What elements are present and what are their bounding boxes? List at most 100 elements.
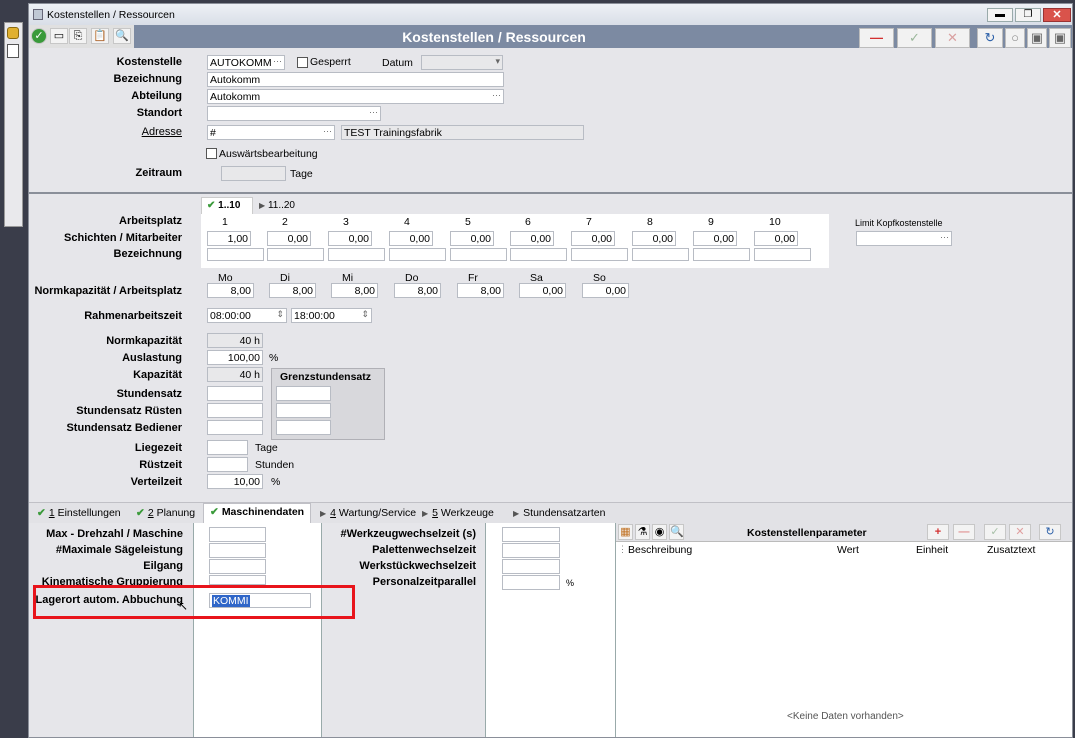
- kinematische-input[interactable]: [209, 575, 266, 585]
- stundensatz-ruesten-input[interactable]: [207, 403, 263, 418]
- col-wert[interactable]: Wert: [837, 544, 859, 556]
- shift-bezeichnung-input[interactable]: [632, 248, 689, 261]
- maximize-button[interactable]: ❐: [1015, 8, 1041, 22]
- document-search-icon[interactable]: [7, 44, 19, 58]
- confirm-row-button[interactable]: ✓: [984, 524, 1006, 540]
- spinner-icon[interactable]: ⇕: [276, 309, 284, 320]
- filter-icon[interactable]: ⚗: [635, 524, 650, 540]
- gesperrt-checkbox[interactable]: [297, 57, 308, 68]
- shift-bezeichnung-input[interactable]: [389, 248, 446, 261]
- schichten-input[interactable]: 0,00: [754, 231, 798, 246]
- weekday-input[interactable]: 8,00: [394, 283, 441, 298]
- standort-input[interactable]: ···: [207, 106, 381, 121]
- database-icon[interactable]: [7, 27, 19, 39]
- column-drag-icon[interactable]: ⋮: [618, 544, 627, 555]
- window-icon[interactable]: ▭: [50, 28, 68, 44]
- schichten-input[interactable]: 0,00: [450, 231, 494, 246]
- tab-werkzeuge[interactable]: ▶ 5 Werkzeuge: [422, 505, 494, 522]
- personal-input[interactable]: [502, 575, 560, 590]
- eye-icon[interactable]: ◉: [652, 524, 667, 540]
- adresse-link[interactable]: Adresse: [69, 126, 182, 138]
- schichten-input[interactable]: 0,00: [510, 231, 554, 246]
- copy-icon[interactable]: ⎘: [69, 28, 87, 44]
- rahmen-start-input[interactable]: 08:00:00 ⇕: [207, 308, 287, 323]
- refresh-params-button[interactable]: ↻: [1039, 524, 1061, 540]
- save-button[interactable]: ✓: [897, 28, 932, 48]
- shift-bezeichnung-input[interactable]: [693, 248, 750, 261]
- tab-einstellungen[interactable]: ✔ 1 Einstellungen: [37, 505, 121, 522]
- tab-maschinendaten[interactable]: ✔ Maschinendaten: [203, 503, 312, 523]
- grenz-ruesten-input[interactable]: [276, 403, 331, 418]
- verteilzeit-input[interactable]: 10,00: [207, 474, 263, 489]
- schichten-input[interactable]: 0,00: [693, 231, 737, 246]
- circle-icon[interactable]: ○: [1005, 28, 1025, 48]
- remove-button[interactable]: —: [859, 28, 894, 48]
- cube-icon[interactable]: ▣: [1027, 28, 1047, 48]
- schichten-input[interactable]: 1,00: [207, 231, 251, 246]
- shift-bezeichnung-input[interactable]: [510, 248, 567, 261]
- col-einheit[interactable]: Einheit: [916, 544, 948, 556]
- kostenstelle-input[interactable]: AUTOKOMM ···: [207, 55, 285, 70]
- cancel-row-button[interactable]: ✕: [1009, 524, 1031, 540]
- abteilung-input[interactable]: Autokomm ···: [207, 89, 504, 104]
- refresh-button[interactable]: ↻: [977, 28, 1003, 48]
- weekday-input[interactable]: 0,00: [582, 283, 629, 298]
- tab-planung[interactable]: ✔ 2 Planung: [136, 505, 195, 522]
- paste-icon[interactable]: 📋: [91, 28, 109, 44]
- werkstueck-input[interactable]: [502, 559, 560, 574]
- shift-bezeichnung-input[interactable]: [754, 248, 811, 261]
- paletten-input[interactable]: [502, 543, 560, 558]
- add-button[interactable]: +: [927, 524, 949, 540]
- schichten-input[interactable]: 0,00: [328, 231, 372, 246]
- shift-bezeichnung-input[interactable]: [328, 248, 385, 261]
- ellipsis-icon[interactable]: ···: [369, 107, 378, 117]
- confirm-icon[interactable]: ✓: [31, 28, 47, 44]
- weekday-input[interactable]: 8,00: [269, 283, 316, 298]
- weekday-input[interactable]: 8,00: [207, 283, 254, 298]
- ellipsis-icon[interactable]: ···: [492, 90, 501, 100]
- rahmen-end-input[interactable]: 18:00:00 ⇕: [291, 308, 372, 323]
- schichten-input[interactable]: 0,00: [571, 231, 615, 246]
- bezeichnung-input[interactable]: Autokomm: [207, 72, 504, 87]
- spinner-icon[interactable]: ⇕: [361, 309, 369, 320]
- dropdown-arrow-icon[interactable]: ▾: [495, 56, 500, 67]
- tab-wartung[interactable]: ▶ 4 Wartung/Service: [320, 505, 416, 522]
- max-saege-input[interactable]: [209, 543, 266, 558]
- tab-stundensatzarten[interactable]: ▶ Stundensatzarten: [513, 505, 605, 522]
- close-button[interactable]: ✕: [1043, 8, 1071, 22]
- weekday-input[interactable]: 8,00: [331, 283, 378, 298]
- shift-bezeichnung-input[interactable]: [450, 248, 507, 261]
- ellipsis-icon[interactable]: ···: [940, 232, 949, 242]
- auswaerts-checkbox[interactable]: [206, 148, 217, 159]
- tab-11-20[interactable]: ▶ 11..20: [259, 198, 309, 214]
- weekday-input[interactable]: 8,00: [457, 283, 504, 298]
- shift-bezeichnung-input[interactable]: [571, 248, 628, 261]
- search-icon[interactable]: 🔍: [669, 524, 684, 540]
- adresse-input[interactable]: # ···: [207, 125, 335, 140]
- ruestzeit-input[interactable]: [207, 457, 248, 472]
- remove-row-button[interactable]: —: [953, 524, 975, 540]
- stundensatz-input[interactable]: [207, 386, 263, 401]
- stundensatz-bediener-input[interactable]: [207, 420, 263, 435]
- grenz-bediener-input[interactable]: [276, 420, 331, 435]
- grenz-stundensatz-input[interactable]: [276, 386, 331, 401]
- datum-input[interactable]: ▾: [421, 55, 503, 70]
- shift-bezeichnung-input[interactable]: [267, 248, 324, 261]
- ellipsis-icon[interactable]: ···: [273, 56, 282, 66]
- schichten-input[interactable]: 0,00: [632, 231, 676, 246]
- grid-icon[interactable]: ▦: [618, 524, 633, 540]
- max-drehzahl-input[interactable]: [209, 527, 266, 542]
- cubes-icon[interactable]: ▣: [1049, 28, 1071, 48]
- search-icon[interactable]: 🔍: [113, 28, 131, 44]
- col-beschreibung[interactable]: Beschreibung: [628, 544, 692, 556]
- limit-kopf-input[interactable]: ···: [856, 231, 952, 246]
- auslastung-input[interactable]: 100,00: [207, 350, 263, 365]
- ellipsis-icon[interactable]: ···: [323, 126, 332, 136]
- weekday-input[interactable]: 0,00: [519, 283, 566, 298]
- werkzeug-input[interactable]: [502, 527, 560, 542]
- cancel-button[interactable]: ✕: [935, 28, 970, 48]
- schichten-input[interactable]: 0,00: [267, 231, 311, 246]
- col-zusatztext[interactable]: Zusatztext: [987, 544, 1035, 556]
- eilgang-input[interactable]: [209, 559, 266, 574]
- zeitraum-input[interactable]: [221, 166, 286, 181]
